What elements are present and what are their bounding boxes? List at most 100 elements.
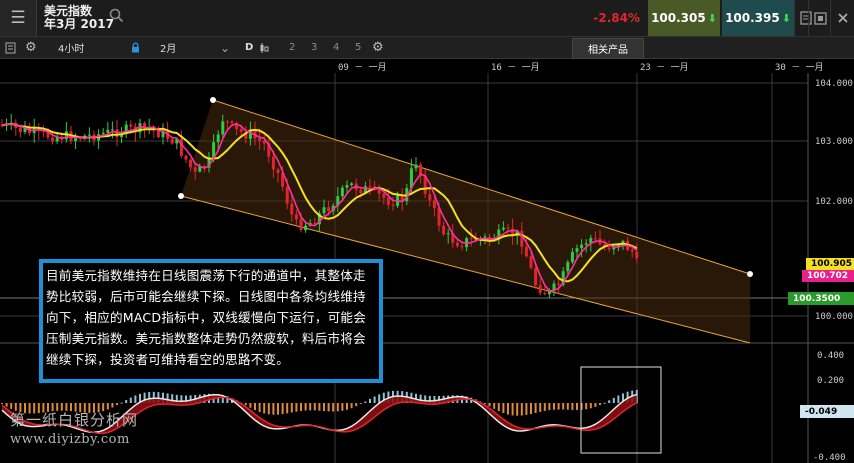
- candle-body: [584, 243, 588, 245]
- menu-button[interactable]: ☰: [0, 0, 37, 36]
- macd-bar: [277, 403, 279, 415]
- macd-bar: [507, 403, 509, 415]
- candle-body: [258, 138, 262, 141]
- sell-button[interactable]: 100.305 ⬇: [648, 0, 720, 36]
- macd-bar: [332, 403, 335, 412]
- layout-3[interactable]: 3: [311, 37, 317, 58]
- macd-bar: [534, 403, 537, 413]
- buy-button[interactable]: 100.395 ⬇: [722, 0, 794, 36]
- macd-bar: [502, 403, 505, 414]
- macd-bar: [589, 403, 592, 409]
- macd-bar: [378, 394, 381, 403]
- layout-4[interactable]: 4: [333, 37, 339, 58]
- layout-5[interactable]: 5: [355, 37, 361, 58]
- macd-bar: [281, 403, 284, 415]
- gear-icon[interactable]: ⚙: [25, 37, 37, 58]
- candle-body: [189, 159, 193, 168]
- candle-body: [630, 250, 634, 252]
- chart-type-icon[interactable]: [259, 37, 269, 58]
- channel-handle[interactable]: [210, 97, 216, 103]
- candle-body: [340, 187, 344, 197]
- buy-price: 100.395: [725, 11, 780, 25]
- candle-body: [110, 129, 114, 131]
- macd-bar: [603, 402, 606, 404]
- candle-body: [575, 248, 579, 252]
- macd-bar: [318, 403, 321, 411]
- macd-bar: [566, 403, 569, 410]
- top-bar: ☰ 美元指数 年3月 2017 -2.84% 100.305 ⬇ 100.395 ⬇: [0, 0, 854, 37]
- channel-handle[interactable]: [178, 193, 184, 199]
- candle-body: [391, 204, 395, 206]
- macd-bar: [258, 403, 261, 412]
- search-icon[interactable]: [109, 8, 124, 27]
- layout-icon[interactable]: [5, 37, 16, 58]
- macd-bar: [530, 403, 532, 415]
- macd-bar: [295, 403, 298, 412]
- instrument-contract: 年3月 2017: [44, 17, 114, 31]
- price-tick: 100.000: [815, 312, 853, 322]
- window-icon[interactable]: [808, 0, 831, 36]
- macd-bar: [576, 403, 578, 410]
- candle-body: [538, 285, 542, 294]
- macd-bar: [355, 403, 358, 407]
- timeframe-select[interactable]: 4小时: [58, 37, 84, 58]
- candle-body: [216, 134, 220, 143]
- macd-bar: [373, 396, 376, 403]
- candle-body: [345, 185, 349, 188]
- macd-bar: [497, 403, 500, 412]
- candle-body: [635, 251, 639, 259]
- analysis-annotation: 目前美元指数维持在日线图震荡下行的通道中，其整体走势比较弱，后市可能会继续下探。…: [39, 259, 383, 383]
- macd-bar: [304, 403, 307, 411]
- macd-tag: -0.049: [800, 405, 854, 418]
- candle-body: [455, 242, 459, 247]
- candle-body: [221, 121, 225, 135]
- price-tick: 104.000: [815, 79, 853, 89]
- channel-handle[interactable]: [747, 271, 753, 277]
- macd-bar: [309, 403, 312, 411]
- candle-body: [262, 140, 266, 144]
- candle-body: [294, 214, 298, 220]
- macd-bar: [484, 403, 486, 404]
- macd-bar: [263, 403, 266, 414]
- close-icon[interactable]: [830, 0, 854, 36]
- related-products-button[interactable]: 相关产品: [572, 38, 644, 59]
- macd-bar: [341, 403, 344, 411]
- candle-body: [299, 219, 303, 231]
- chart-toolbar: ⚙ 4小时 2月 ⌄ D 2 3 4 5 ⚙ 相关产品: [0, 37, 854, 59]
- macd-bar: [493, 403, 496, 409]
- price-tag-ma-fast: 100.702: [802, 270, 854, 282]
- price-tick: 103.000: [815, 137, 853, 147]
- hamburger-icon: ☰: [10, 8, 26, 28]
- macd-tick: 0.200: [817, 376, 844, 386]
- watermark-url: www.diyizby.com: [10, 432, 130, 447]
- macd-bar: [594, 403, 597, 407]
- lock-icon[interactable]: [131, 37, 140, 58]
- macd-bar: [548, 403, 551, 411]
- instrument-title[interactable]: 美元指数 年3月 2017: [44, 5, 114, 31]
- candle-body: [428, 194, 432, 201]
- chevron-down-icon[interactable]: ⌄: [220, 37, 230, 58]
- macd-bar: [516, 403, 519, 416]
- macd-bar: [350, 403, 353, 409]
- period-select[interactable]: 2月: [160, 37, 176, 58]
- candle-body: [520, 230, 524, 247]
- macd-bar: [571, 403, 574, 410]
- macd-bar: [1, 403, 3, 405]
- date-label: 09 － 一月: [338, 63, 387, 73]
- candle-body: [239, 129, 243, 132]
- gear-icon[interactable]: ⚙: [372, 37, 384, 58]
- candle-body: [129, 124, 133, 127]
- macd-bar: [543, 403, 546, 411]
- layout-2[interactable]: 2: [289, 37, 295, 58]
- macd-bar: [511, 403, 514, 416]
- price-tag-ma-slow: 100.905: [806, 258, 854, 270]
- draw-tool[interactable]: D: [245, 37, 253, 58]
- macd-tick: 0.400: [817, 351, 844, 361]
- macd-bar: [599, 403, 601, 405]
- macd-bar: [327, 403, 330, 412]
- macd-bar: [488, 403, 491, 407]
- candle-body: [382, 193, 386, 198]
- macd-bar: [5, 403, 8, 407]
- macd-bar: [290, 403, 293, 413]
- candle-body: [432, 200, 436, 209]
